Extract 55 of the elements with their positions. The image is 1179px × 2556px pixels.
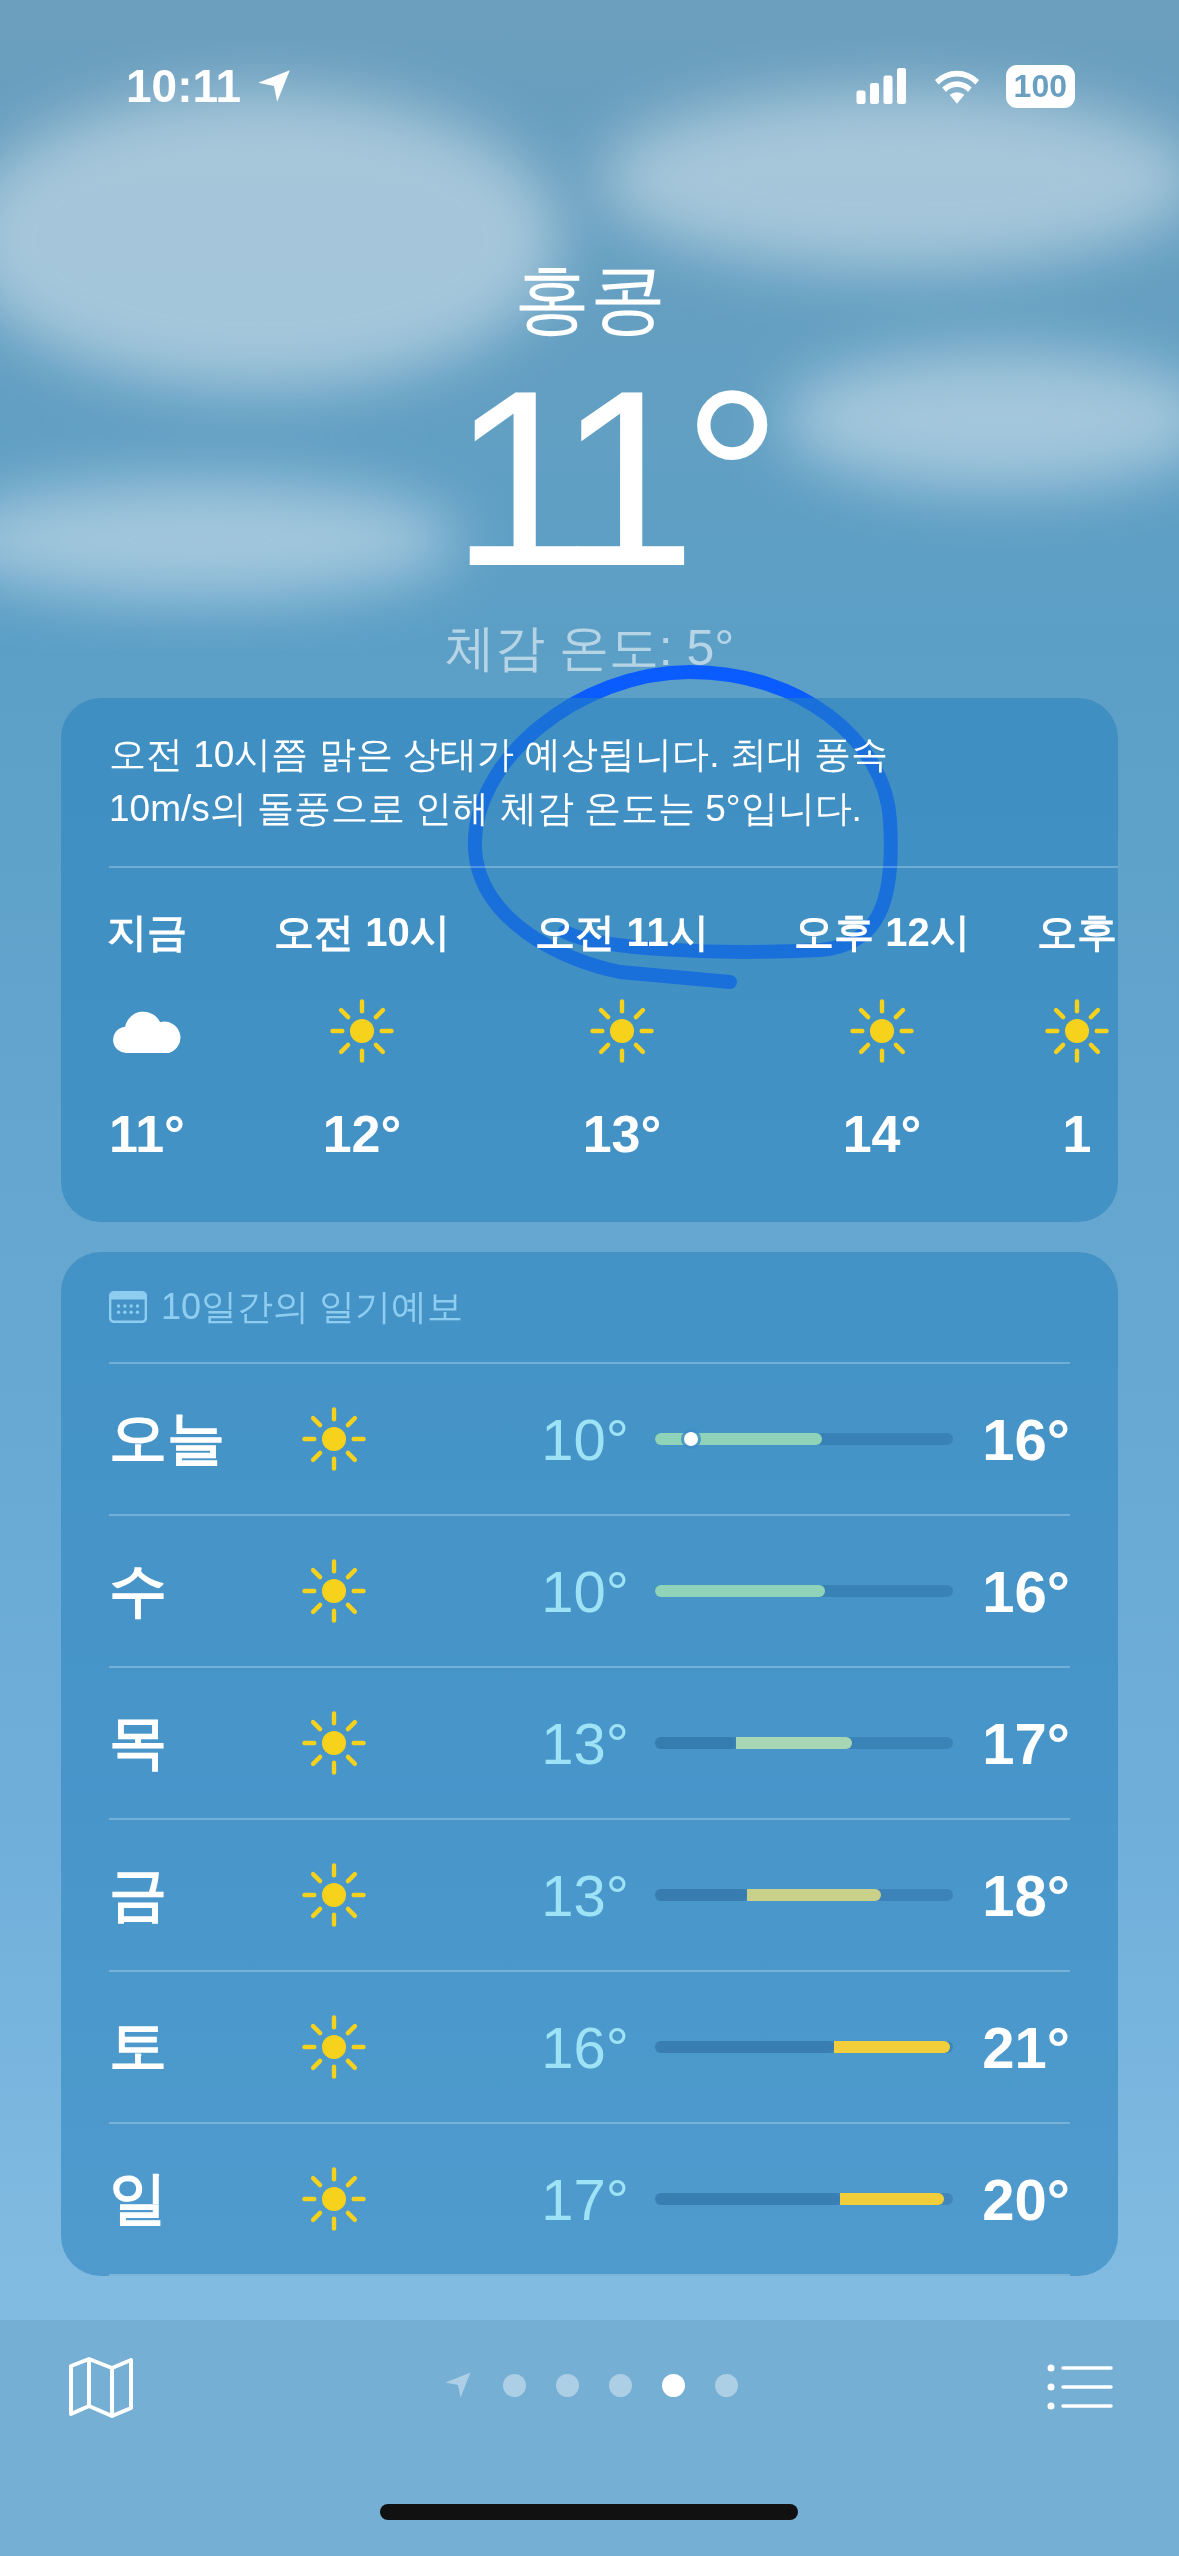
low-temperature: 17° (540, 2165, 630, 2233)
location-page-icon[interactable] (443, 2370, 473, 2400)
calendar-icon (109, 1291, 147, 1323)
signal-icon (855, 68, 908, 104)
status-time: 10:11 (126, 59, 242, 113)
city-name: 홍콩 (513, 255, 666, 343)
sun-icon (1042, 996, 1112, 1066)
high-temperature: 18° (981, 1861, 1070, 1929)
battery-indicator: 100 (1005, 64, 1075, 108)
day-label: 일 (109, 2164, 168, 2232)
page-dot[interactable] (556, 2373, 579, 2397)
hour-label: 오전 10시 (274, 909, 450, 956)
sun-icon (299, 2012, 369, 2082)
day-label: 목 (109, 1708, 168, 1776)
low-temperature: 13° (540, 1709, 630, 1777)
day-label: 금 (109, 1860, 168, 1928)
day-label: 토 (109, 2012, 168, 2080)
sun-icon (299, 1860, 369, 1930)
low-temperature: 10° (540, 1405, 630, 1473)
sun-icon (299, 2164, 369, 2234)
high-temperature: 21° (981, 2013, 1070, 2081)
hour-label: 오후 12시 (794, 909, 970, 956)
sun-icon (299, 1556, 369, 1626)
page-dot[interactable] (503, 2373, 526, 2397)
hour-temperature: 11° (109, 1104, 185, 1165)
map-icon[interactable] (68, 2356, 134, 2418)
hour-label: 지금 (107, 909, 187, 956)
low-temperature: 16° (540, 2013, 630, 2081)
hour-temperature: 14° (842, 1104, 922, 1165)
hour-temperature: 12° (322, 1104, 402, 1165)
current-temperature: 11° (450, 344, 769, 614)
low-temperature: 13° (540, 1861, 630, 1929)
high-temperature: 17° (981, 1709, 1070, 1777)
page-dot[interactable] (609, 2373, 632, 2397)
high-temperature: 20° (981, 2165, 1070, 2233)
high-temperature: 16° (981, 1405, 1070, 1473)
list-icon[interactable] (1047, 2364, 1113, 2410)
hour-label: 오전 11시 (535, 909, 709, 956)
sun-icon (299, 1708, 369, 1778)
sun-icon (299, 1404, 369, 1474)
day-label: 수 (109, 1556, 168, 1624)
low-temperature: 10° (540, 1557, 630, 1625)
forecast-summary: 오전 10시쯤 맑은 상태가 예상됩니다. 최대 풍속 10m/s의 돌풍으로 인해 체감 온도는 5°입니다. (109, 733, 890, 831)
hour-label: 오후 (1037, 909, 1117, 956)
page-dot[interactable] (662, 2373, 685, 2397)
high-temperature: 16° (981, 1557, 1070, 1625)
hour-temperature: 1 (1062, 1104, 1092, 1165)
feels-like-text: 체감 온도: 5° (444, 619, 735, 678)
sun-icon (847, 996, 917, 1066)
sun-icon (327, 996, 397, 1066)
page-dot[interactable] (715, 2373, 738, 2397)
hour-temperature: 13° (582, 1104, 662, 1165)
sun-icon (587, 996, 657, 1066)
daily-forecast-title: 10일간의 일기예보 (161, 1284, 464, 1329)
day-label: 오늘 (109, 1404, 226, 1472)
